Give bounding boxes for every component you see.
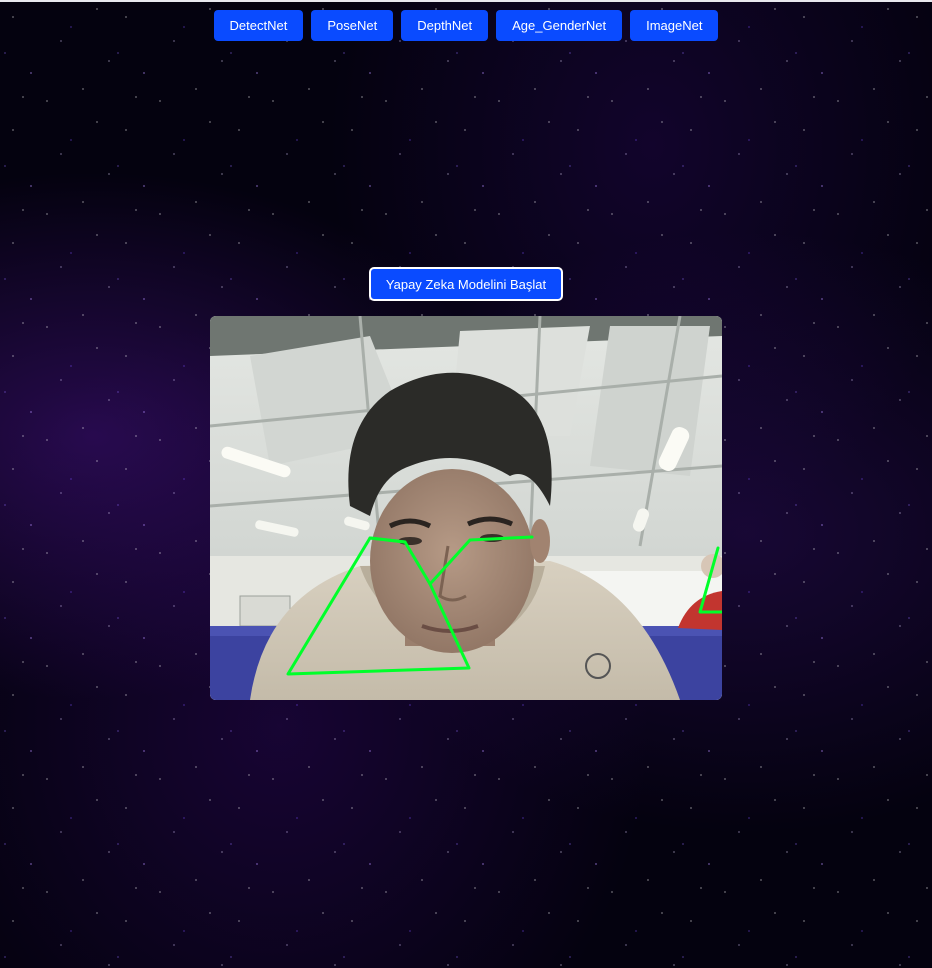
imagenet-button[interactable]: ImageNet [630,10,719,41]
age-gendernet-button[interactable]: Age_GenderNet [496,10,623,41]
start-ai-model-button[interactable]: Yapay Zeka Modelini Başlat [369,267,563,301]
model-nav: DetectNet PoseNet DepthNet Age_GenderNet… [0,10,932,41]
depthnet-button[interactable]: DepthNet [401,10,489,41]
top-border [0,0,932,2]
posenet-button[interactable]: PoseNet [311,10,394,41]
camera-feed [210,316,722,700]
detectnet-button[interactable]: DetectNet [213,10,304,41]
camera-image [210,316,722,700]
